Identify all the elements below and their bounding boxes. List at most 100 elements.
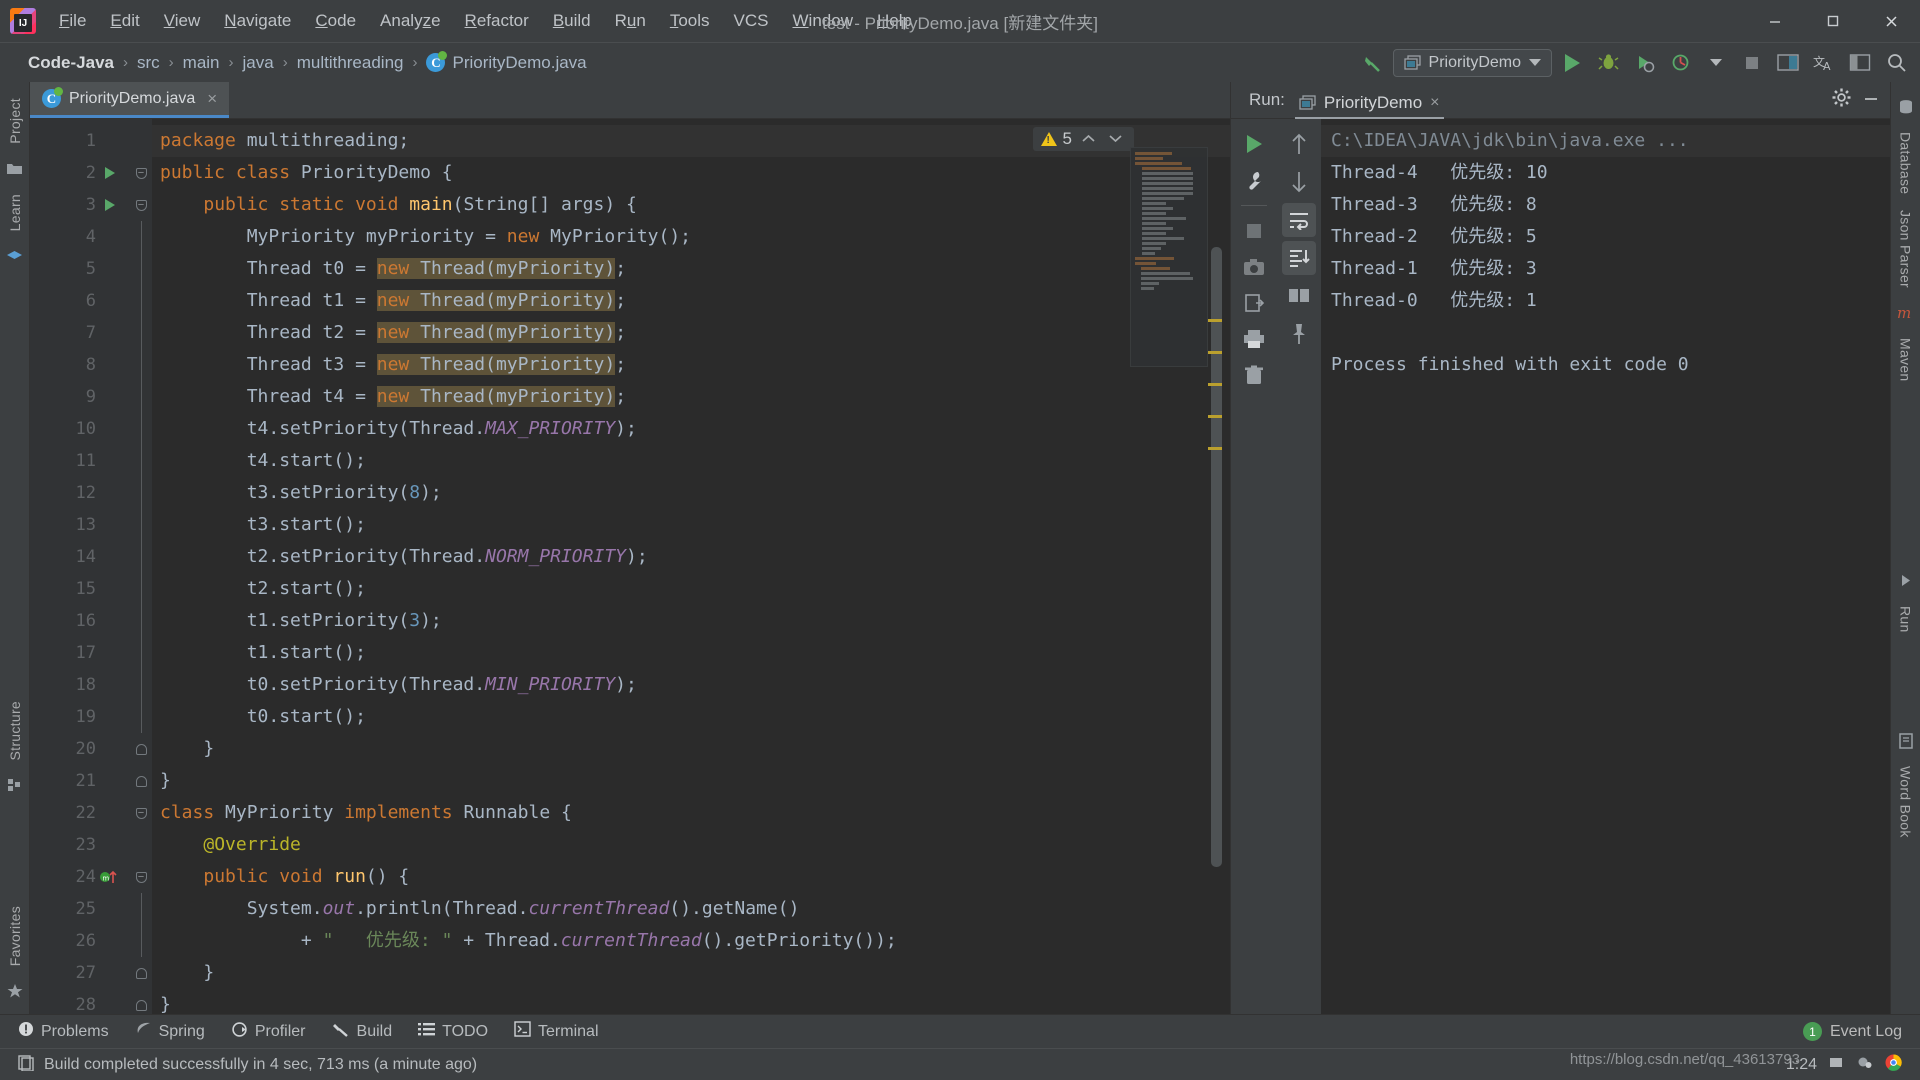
gutter-line[interactable]: 6 xyxy=(30,285,130,317)
expand-right-icon[interactable] xyxy=(1895,570,1917,592)
code-line[interactable]: public void run() { xyxy=(152,861,1230,893)
structure-icon[interactable] xyxy=(4,775,26,797)
database-panel-icon[interactable] xyxy=(1895,96,1917,118)
trash-icon[interactable] xyxy=(1237,358,1271,392)
gutter-line[interactable]: 20 xyxy=(30,733,130,765)
code-line[interactable]: Thread t0 = new Thread(myPriority); xyxy=(152,253,1230,285)
gutter-line[interactable]: 16 xyxy=(30,605,130,637)
fold-region-expanded-icon[interactable]: − xyxy=(130,797,152,829)
sidebar-item-json-parser[interactable]: Json Parser xyxy=(1895,202,1917,296)
maximize-button[interactable] xyxy=(1804,0,1862,42)
learn-icon[interactable] xyxy=(4,245,26,267)
scroll-down-icon[interactable] xyxy=(1282,165,1316,199)
editor-gutter[interactable]: 1 2 3 4 5 6 7 8 9 10 11 12 13 14 15 16 17 18 19 20 21 22 23 24 m… xyxy=(30,119,130,1015)
tool-window-terminal[interactable]: Terminal xyxy=(514,1021,599,1042)
screenshot-camera-icon[interactable] xyxy=(1237,250,1271,284)
code-line[interactable]: Thread t4 = new Thread(myPriority); xyxy=(152,381,1230,413)
code-line[interactable]: t4.setPriority(Thread.MAX_PRIORITY); xyxy=(152,413,1230,445)
code-line[interactable]: public class PriorityDemo { xyxy=(152,157,1230,189)
sidebar-item-run[interactable]: Run xyxy=(1895,598,1917,641)
gutter-line[interactable]: 24 m xyxy=(30,861,130,893)
code-minimap[interactable] xyxy=(1130,147,1208,367)
error-stripe-mark[interactable] xyxy=(1208,447,1222,450)
fold-region-end-icon[interactable] xyxy=(130,957,152,989)
fold-region-end-icon[interactable] xyxy=(130,989,152,1021)
tool-window-problems[interactable]: Problems xyxy=(18,1021,109,1042)
run-gutter-icon[interactable] xyxy=(96,198,122,212)
layout-icon[interactable] xyxy=(1844,48,1876,78)
run-with-coverage-icon[interactable] xyxy=(1628,48,1660,78)
gutter-line[interactable]: 1 xyxy=(30,125,130,157)
menu-item-refactor[interactable]: Refactor xyxy=(454,7,540,35)
settings-gear-icon[interactable] xyxy=(1831,87,1852,113)
code-line[interactable]: t2.start(); xyxy=(152,573,1230,605)
pin-tab-icon[interactable] xyxy=(1282,317,1316,351)
editor-scrollbar[interactable] xyxy=(1208,147,1222,1006)
code-line[interactable]: } xyxy=(152,765,1230,797)
code-line[interactable]: + " 优先级: " + Thread.currentThread().getP… xyxy=(152,925,1230,957)
code-line[interactable]: t3.setPriority(8); xyxy=(152,477,1230,509)
fold-region-end-icon[interactable] xyxy=(130,765,152,797)
gutter-line[interactable]: 28 xyxy=(30,989,130,1021)
chrome-icon[interactable] xyxy=(1885,1053,1902,1076)
console-output[interactable]: C:\IDEA\JAVA\jdk\bin\java.exe ... Thread-… xyxy=(1321,119,1890,1014)
gutter-line[interactable]: 22 xyxy=(30,797,130,829)
editor-tab-prioritydemo[interactable]: C PriorityDemo.java × xyxy=(30,82,230,118)
code-area[interactable]: package multithreading; public class Prio… xyxy=(152,119,1230,1014)
tool-window-spring[interactable]: Spring xyxy=(135,1021,205,1042)
gutter-line[interactable]: 4 xyxy=(30,221,130,253)
breadcrumb-item-file[interactable]: C PriorityDemo.java xyxy=(420,51,592,75)
menu-item-edit[interactable]: Edit xyxy=(99,7,150,35)
breadcrumb-item-multithreading[interactable]: multithreading xyxy=(291,51,410,75)
code-line[interactable]: t1.start(); xyxy=(152,637,1230,669)
export-icon[interactable] xyxy=(1237,286,1271,320)
tool-window-profiler[interactable]: Profiler xyxy=(231,1021,306,1043)
error-stripe-mark[interactable] xyxy=(1208,415,1222,418)
code-line[interactable]: t1.setPriority(3); xyxy=(152,605,1230,637)
favorites-star-icon[interactable] xyxy=(4,980,26,1002)
next-problem-icon[interactable] xyxy=(1105,131,1126,148)
code-line[interactable]: t4.start(); xyxy=(152,445,1230,477)
word-book-icon[interactable] xyxy=(1895,730,1917,752)
code-line[interactable]: Thread t3 = new Thread(myPriority); xyxy=(152,349,1230,381)
code-line[interactable]: class MyPriority implements Runnable { xyxy=(152,797,1230,829)
translate-icon[interactable]: 文A xyxy=(1808,48,1840,78)
run-icon[interactable] xyxy=(1556,48,1588,78)
profiler-icon[interactable] xyxy=(1664,48,1696,78)
code-line[interactable]: @Override xyxy=(152,829,1230,861)
editor-viewport[interactable]: 1 2 3 4 5 6 7 8 9 10 11 12 13 14 15 16 17 18 19 20 21 22 23 24 m… xyxy=(30,119,1230,1015)
layout-split-icon[interactable] xyxy=(1282,279,1316,313)
error-stripe-mark[interactable] xyxy=(1208,351,1222,354)
ime-icon[interactable] xyxy=(1829,1055,1844,1074)
tool-window-todo[interactable]: TODO xyxy=(418,1022,488,1042)
breadcrumb-item-java[interactable]: java xyxy=(237,51,280,75)
code-line[interactable]: MyPriority myPriority = new MyPriority()… xyxy=(152,221,1230,253)
code-line[interactable]: System.out.println(Thread.currentThread(… xyxy=(152,893,1230,925)
debug-icon[interactable] xyxy=(1592,48,1624,78)
sidebar-item-structure[interactable]: Structure xyxy=(4,693,26,769)
rerun-failed-wrench-icon[interactable] xyxy=(1237,163,1271,197)
profiler-dropdown-icon[interactable] xyxy=(1700,48,1732,78)
override-gutter-icon[interactable]: m xyxy=(96,869,122,885)
menu-item-analyze[interactable]: Analyze xyxy=(369,7,452,35)
rerun-icon[interactable] xyxy=(1237,127,1271,161)
search-everywhere-icon[interactable] xyxy=(1880,48,1912,78)
settings-icon[interactable] xyxy=(1856,1054,1873,1075)
minimize-button[interactable] xyxy=(1746,0,1804,42)
gutter-line[interactable]: 26 xyxy=(30,925,130,957)
run-tab-prioritydemo[interactable]: PriorityDemo × xyxy=(1294,87,1444,120)
error-stripe-mark[interactable] xyxy=(1208,383,1222,386)
gutter-line[interactable]: 2 xyxy=(30,157,130,189)
gutter-line[interactable]: 27 xyxy=(30,957,130,989)
breadcrumb-item-src[interactable]: src xyxy=(131,51,166,75)
soft-wrap-icon[interactable] xyxy=(1282,203,1316,237)
code-line[interactable]: Thread t2 = new Thread(myPriority); xyxy=(152,317,1230,349)
gutter-line[interactable]: 15 xyxy=(30,573,130,605)
scrollbar-thumb[interactable] xyxy=(1211,247,1222,867)
code-line[interactable]: } xyxy=(152,733,1230,765)
close-icon[interactable]: × xyxy=(207,89,217,109)
gutter-line[interactable]: 8 xyxy=(30,349,130,381)
sidebar-item-word-book[interactable]: Word Book xyxy=(1895,758,1917,846)
code-line[interactable]: t0.setPriority(Thread.MIN_PRIORITY); xyxy=(152,669,1230,701)
gutter-line[interactable]: 7 xyxy=(30,317,130,349)
